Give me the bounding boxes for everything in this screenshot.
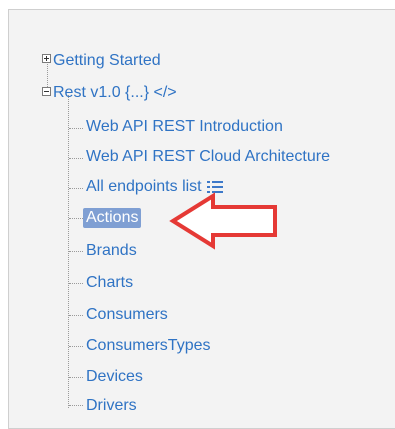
tree-item-consumerstypes[interactable]: ConsumersTypes bbox=[86, 336, 211, 356]
annotation-arrow-icon bbox=[169, 192, 277, 250]
annotation-arrow-shape bbox=[169, 192, 277, 250]
tree-guide-branch bbox=[69, 218, 83, 219]
tree-item-drivers[interactable]: Drivers bbox=[86, 396, 137, 416]
tree-guide-branch bbox=[69, 251, 83, 252]
tree-item-consumers[interactable]: Consumers bbox=[86, 305, 168, 325]
tree-item-actions[interactable]: Actions bbox=[83, 208, 142, 228]
tree-guide-branch bbox=[69, 405, 83, 406]
tree-guide-branch bbox=[69, 128, 83, 129]
tree-item-brands[interactable]: Brands bbox=[86, 241, 137, 261]
tree-guide-branch bbox=[69, 346, 83, 347]
tree-guide-branch bbox=[69, 188, 83, 189]
tree-guide-branch bbox=[69, 377, 83, 378]
tree-item-getting-started[interactable]: Getting Started bbox=[53, 51, 161, 71]
tree-guide-branch bbox=[69, 283, 83, 284]
tree-item-devices[interactable]: Devices bbox=[86, 367, 143, 387]
tree-item-charts[interactable]: Charts bbox=[86, 273, 133, 293]
tree-item-web-api-rest-cloud-architecture[interactable]: Web API REST Cloud Architecture bbox=[86, 147, 330, 167]
tree-guide-branch bbox=[69, 315, 83, 316]
tree-guide-branch bbox=[69, 158, 83, 159]
collapse-toggle-icon[interactable] bbox=[42, 87, 51, 96]
expand-toggle-icon[interactable] bbox=[42, 54, 51, 63]
tree-item-web-api-rest-introduction[interactable]: Web API REST Introduction bbox=[86, 117, 283, 137]
tree-item-rest[interactable]: Rest v1.0 {...} </> bbox=[53, 83, 177, 103]
